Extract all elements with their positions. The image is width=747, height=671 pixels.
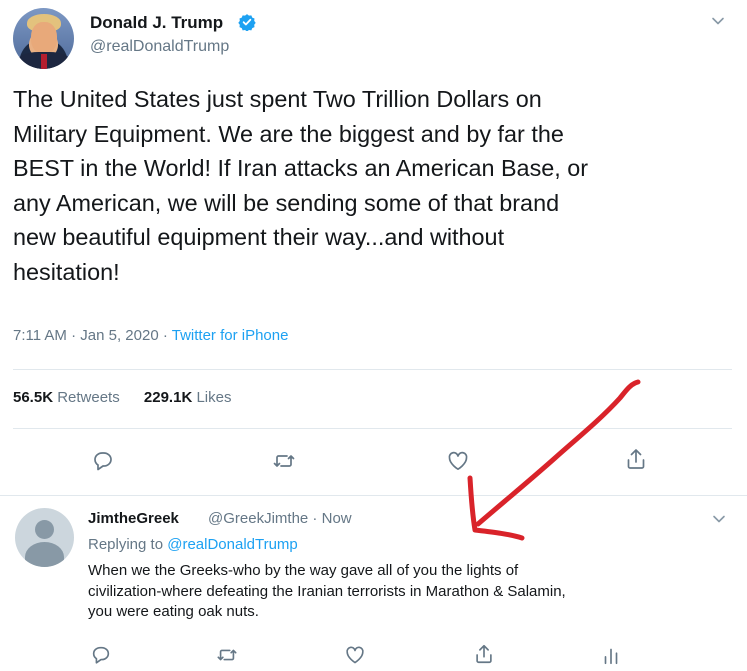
retweet-icon[interactable]	[216, 644, 238, 666]
share-icon[interactable]	[624, 447, 648, 471]
chevron-down-icon[interactable]	[711, 14, 725, 28]
retweets-count: 56.5K	[13, 389, 54, 406]
replying-handle-link[interactable]: @realDonaldTrump	[167, 536, 298, 553]
reply-author-handle-time: @GreekJimthe · Now	[208, 510, 352, 527]
likes-stat[interactable]: 229.1K Likes	[144, 389, 232, 406]
retweets-label: Retweets	[53, 389, 120, 406]
heart-icon[interactable]	[446, 449, 470, 473]
likes-label: Likes	[192, 389, 232, 406]
default-avatar[interactable]	[15, 508, 74, 567]
reply-icon[interactable]	[90, 644, 112, 666]
meta-separator: ·	[66, 327, 81, 344]
avatar-body	[25, 542, 64, 567]
avatar[interactable]	[13, 8, 74, 69]
retweets-stat[interactable]: 56.5K Retweets	[13, 389, 120, 406]
reply-icon[interactable]	[91, 449, 115, 473]
verified-badge-icon	[238, 14, 256, 31]
reply-time[interactable]: Now	[322, 510, 352, 527]
tweet-date[interactable]: Jan 5, 2020	[80, 327, 158, 344]
tweet-source-link[interactable]: Twitter for iPhone	[172, 327, 289, 344]
divider	[0, 495, 747, 496]
tweet-meta: 7:11 AM · Jan 5, 2020 · Twitter for iPho…	[13, 327, 288, 344]
author-name[interactable]: Donald J. Trump	[90, 13, 223, 33]
divider	[13, 369, 732, 370]
avatar-tie	[41, 54, 47, 69]
main-tweet: Donald J. Trump @realDonaldTrump The Uni…	[0, 0, 747, 497]
reply-author-name[interactable]: JimtheGreek	[88, 510, 179, 527]
heart-icon[interactable]	[344, 644, 366, 666]
reply-text: When we the Greeks-who by the way gave a…	[88, 562, 566, 620]
author-handle[interactable]: @realDonaldTrump	[90, 38, 229, 56]
analytics-icon[interactable]	[600, 644, 622, 666]
meta-separator: ·	[308, 510, 322, 527]
avatar-face	[31, 22, 57, 54]
tweet-stats: 56.5K Retweets 229.1K Likes	[13, 389, 231, 406]
reply-author-handle[interactable]: @GreekJimthe	[208, 510, 308, 527]
avatar-head	[35, 520, 54, 539]
share-icon[interactable]	[473, 643, 495, 665]
tweet-time[interactable]: 7:11 AM	[13, 327, 67, 344]
retweet-icon[interactable]	[272, 449, 296, 473]
replying-label: Replying to	[88, 536, 168, 553]
meta-separator: ·	[158, 327, 172, 344]
divider	[13, 428, 732, 429]
chevron-down-icon[interactable]	[712, 512, 726, 526]
likes-count: 229.1K	[143, 389, 193, 406]
tweet-text: The United States just spent Two Trillio…	[13, 86, 589, 285]
replying-to: Replying to @realDonaldTrump	[88, 536, 298, 553]
